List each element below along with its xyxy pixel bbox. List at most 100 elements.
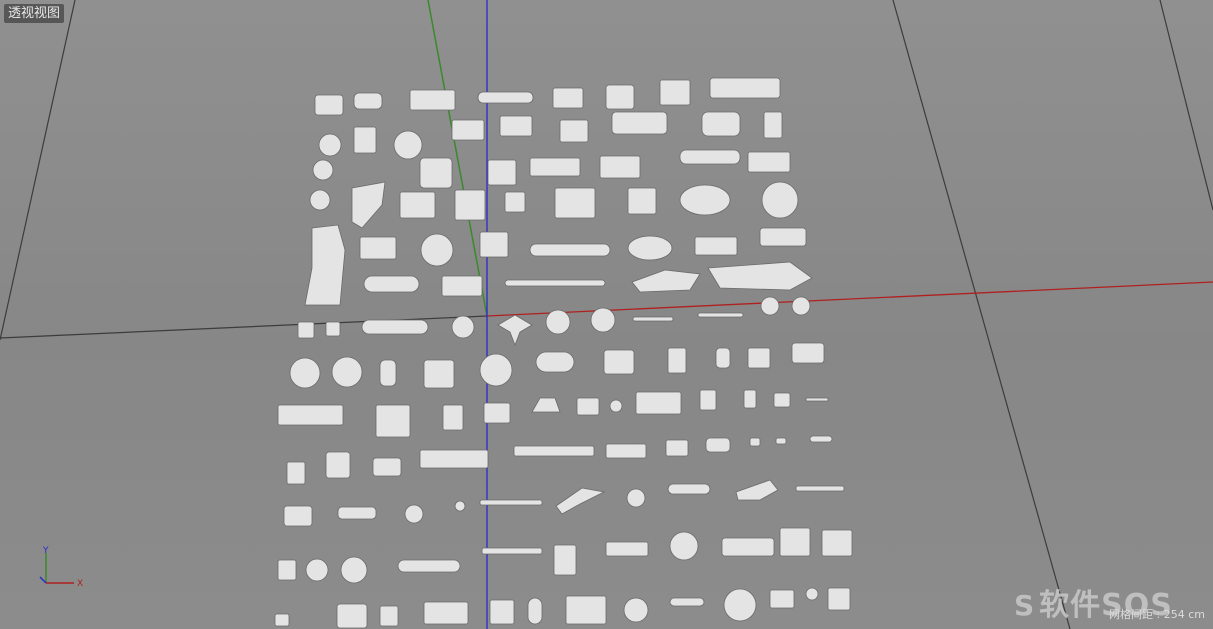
part[interactable] [479, 353, 513, 387]
part[interactable] [531, 397, 561, 413]
part[interactable] [454, 500, 466, 512]
part[interactable] [669, 597, 705, 607]
part[interactable] [611, 111, 668, 135]
part[interactable] [423, 359, 455, 389]
part[interactable] [552, 87, 584, 109]
part[interactable] [309, 189, 331, 211]
view-label[interactable]: 透视视图 [4, 4, 65, 23]
part[interactable] [631, 269, 701, 293]
part[interactable] [805, 587, 819, 601]
part[interactable] [605, 541, 649, 557]
part[interactable] [747, 151, 791, 173]
part[interactable] [404, 504, 424, 524]
part[interactable] [363, 275, 420, 293]
part[interactable] [709, 77, 781, 99]
part[interactable] [442, 404, 464, 431]
part[interactable] [555, 487, 606, 515]
part[interactable] [423, 601, 469, 625]
part[interactable] [419, 449, 489, 469]
part[interactable] [289, 357, 321, 389]
part[interactable] [451, 119, 485, 141]
part[interactable] [375, 404, 411, 438]
part[interactable] [605, 443, 647, 459]
part[interactable] [451, 315, 475, 339]
part[interactable] [286, 461, 306, 485]
part[interactable] [554, 187, 596, 219]
part[interactable] [735, 479, 779, 501]
part[interactable] [325, 451, 351, 479]
part[interactable] [483, 402, 511, 424]
part[interactable] [721, 537, 775, 557]
part[interactable] [304, 224, 346, 306]
part[interactable] [779, 527, 811, 557]
part[interactable] [667, 347, 687, 374]
part[interactable] [760, 296, 780, 316]
part[interactable] [297, 321, 315, 339]
part[interactable] [351, 181, 386, 229]
part[interactable] [331, 356, 363, 388]
part[interactable] [697, 312, 744, 318]
part[interactable] [723, 588, 757, 622]
part[interactable] [274, 613, 290, 627]
part[interactable] [635, 391, 682, 415]
part[interactable] [340, 556, 368, 584]
part[interactable] [759, 227, 807, 247]
part[interactable] [827, 587, 851, 611]
part[interactable] [399, 191, 436, 219]
part[interactable] [325, 321, 341, 337]
part[interactable] [336, 603, 368, 629]
part[interactable] [337, 506, 377, 520]
part[interactable] [707, 261, 813, 291]
part[interactable] [761, 181, 799, 219]
3d-scene[interactable] [0, 0, 1213, 629]
part[interactable] [379, 359, 397, 387]
part[interactable] [632, 316, 674, 322]
part[interactable] [809, 435, 833, 443]
part[interactable] [513, 445, 595, 457]
part[interactable] [419, 157, 453, 189]
part[interactable] [795, 485, 845, 492]
part[interactable] [393, 130, 423, 160]
part[interactable] [669, 531, 699, 561]
part[interactable] [553, 544, 577, 576]
part[interactable] [749, 437, 761, 447]
part[interactable] [477, 91, 534, 104]
part[interactable] [659, 79, 691, 106]
part[interactable] [609, 399, 623, 413]
part[interactable] [314, 94, 344, 116]
part[interactable] [667, 483, 711, 495]
part[interactable] [441, 275, 483, 297]
part[interactable] [769, 589, 795, 609]
part[interactable] [701, 111, 741, 137]
part[interactable] [318, 133, 342, 157]
part[interactable] [312, 159, 334, 181]
part[interactable] [623, 597, 649, 623]
part[interactable] [775, 437, 787, 445]
part[interactable] [529, 157, 581, 177]
part[interactable] [605, 84, 635, 110]
part[interactable] [409, 89, 456, 111]
part[interactable] [397, 559, 461, 573]
part[interactable] [665, 439, 689, 457]
part[interactable] [527, 597, 543, 625]
part[interactable] [545, 309, 571, 335]
part[interactable] [805, 397, 829, 402]
part[interactable] [559, 119, 589, 143]
part[interactable] [590, 307, 616, 333]
perspective-viewport[interactable]: 透视视图 Y X S 软件SOS 网格间距 : 254 cm [0, 0, 1213, 629]
part[interactable] [599, 155, 641, 179]
part[interactable] [763, 111, 783, 139]
part[interactable] [679, 184, 731, 216]
part[interactable] [497, 314, 533, 347]
part[interactable] [626, 488, 646, 508]
part[interactable] [773, 392, 791, 408]
part[interactable] [420, 233, 454, 267]
part[interactable] [277, 404, 344, 426]
part[interactable] [359, 236, 397, 260]
part[interactable] [353, 126, 377, 154]
part[interactable] [372, 457, 402, 477]
part[interactable] [277, 559, 297, 581]
part[interactable] [454, 189, 486, 221]
part[interactable] [565, 595, 607, 625]
part[interactable] [479, 499, 543, 506]
